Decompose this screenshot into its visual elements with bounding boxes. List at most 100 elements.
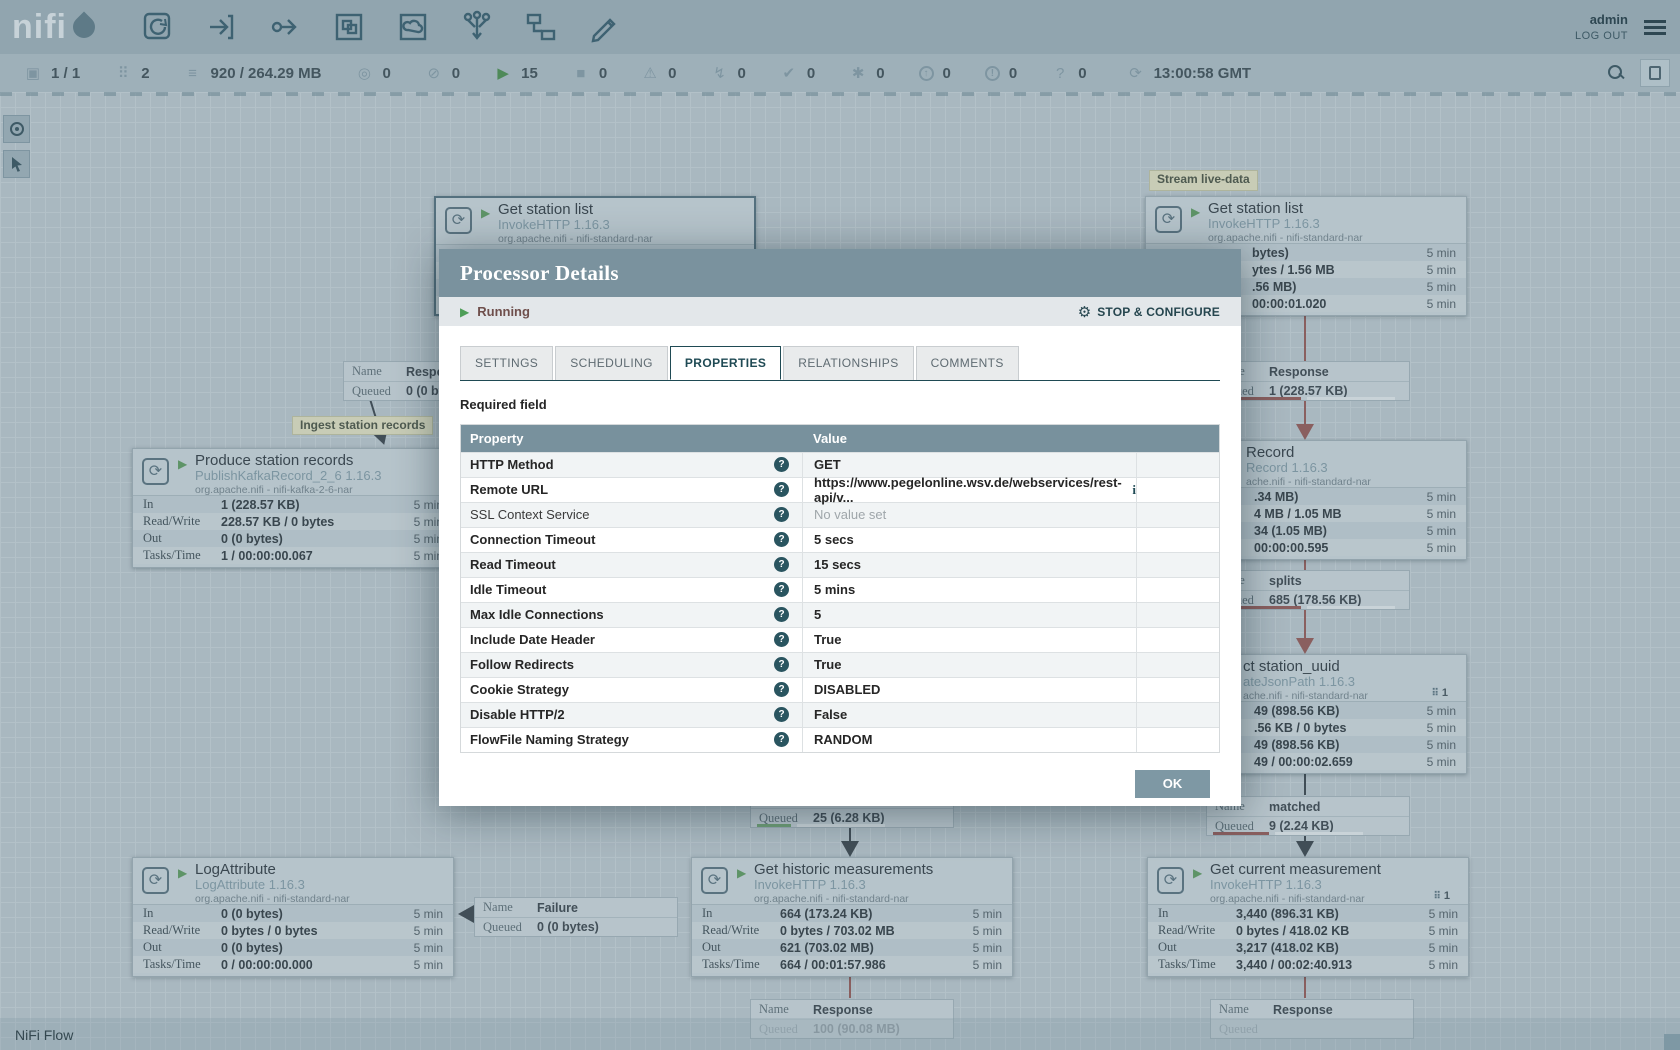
processor-get-current-measurement[interactable]: ⟳ ▶ Get current measurement InvokeHTTP 1…	[1147, 857, 1469, 977]
table-row[interactable]: Max Idle Connections? 5	[461, 602, 1219, 627]
processor-type-icon: ⟳	[142, 867, 169, 894]
processor-type-icon: ⟳	[142, 458, 169, 485]
table-row[interactable]: Cookie Strategy? DISABLED	[461, 677, 1219, 702]
property-value[interactable]: 15 secs	[802, 553, 1136, 577]
table-row[interactable]: Follow Redirects? True	[461, 652, 1219, 677]
help-icon[interactable]: ?	[774, 582, 789, 597]
stale-icon: ↑	[919, 66, 934, 81]
tab-settings[interactable]: SETTINGS	[460, 346, 553, 380]
breadcrumb[interactable]: NiFi Flow	[15, 1027, 73, 1043]
remote-process-group-icon[interactable]	[393, 7, 433, 47]
canvas-label[interactable]: Stream live-data	[1149, 170, 1258, 191]
column-header-property: Property	[461, 431, 802, 446]
property-name: SSL Context Service	[470, 507, 589, 522]
refresh-icon[interactable]: ⟳	[1127, 64, 1145, 82]
processor-get-historic-measurements[interactable]: ⟳ ▶ Get historic measurements InvokeHTTP…	[691, 857, 1013, 977]
stat-in: .34 MB)	[1254, 490, 1298, 504]
help-icon[interactable]: ?	[774, 532, 789, 547]
global-menu-icon[interactable]	[1644, 17, 1666, 38]
help-icon[interactable]: ?	[774, 682, 789, 697]
connection-label-failure[interactable]: NameFailure Queued0 (0 bytes)	[474, 897, 678, 937]
navigate-palette-button[interactable]	[3, 115, 30, 143]
table-row[interactable]: Idle Timeout? 5 mins	[461, 577, 1219, 602]
table-row[interactable]: HTTP Method? GET	[461, 452, 1219, 477]
table-row[interactable]: Remote URL? https://www.pegelonline.wsv.…	[461, 477, 1219, 502]
label-icon[interactable]	[585, 7, 625, 47]
stat-window: 5 min	[1429, 924, 1458, 938]
table-row[interactable]: Include Date Header? True	[461, 627, 1219, 652]
stat-window: 5 min	[1427, 507, 1456, 521]
canvas-label[interactable]: Ingest station records	[292, 416, 433, 435]
stat-tasks: 664 / 00:01:57.986	[780, 958, 886, 972]
stat-window: 5 min	[414, 941, 443, 955]
stop-and-configure-button[interactable]: ⚙ STOP & CONFIGURE	[1078, 303, 1220, 321]
stop-and-configure-label: STOP & CONFIGURE	[1097, 305, 1220, 319]
processor-produce-station-records[interactable]: ⟳ ▶ Produce station records PublishKafka…	[132, 448, 454, 568]
processor-log-attribute[interactable]: ⟳ ▶ LogAttribute LogAttribute 1.16.3 org…	[132, 857, 454, 977]
operate-palette-button[interactable]	[3, 150, 30, 178]
output-port-icon[interactable]	[265, 7, 305, 47]
stat-read-write: 0 bytes / 0 bytes	[221, 924, 318, 938]
help-icon[interactable]: ?	[774, 657, 789, 672]
property-value[interactable]: 5 mins	[802, 578, 1136, 602]
tab-relationships[interactable]: RELATIONSHIPS	[783, 346, 913, 380]
stat-out: 34 (1.05 MB)	[1254, 524, 1327, 538]
ok-button[interactable]: OK	[1135, 770, 1210, 798]
table-row[interactable]: Connection Timeout? 5 secs	[461, 527, 1219, 552]
property-value[interactable]: GET	[802, 453, 1136, 477]
processor-icon[interactable]	[137, 7, 177, 47]
help-icon[interactable]: ?	[774, 457, 789, 472]
table-row[interactable]: FlowFile Naming Strategy? RANDOM	[461, 727, 1219, 752]
help-icon[interactable]: ?	[774, 707, 789, 722]
connection-name-key: Name	[1219, 1002, 1273, 1017]
tab-properties[interactable]: PROPERTIES	[670, 346, 781, 380]
running-indicator-icon: ▶	[1193, 866, 1202, 880]
app-toolbar: nifi admin LOG OUT	[0, 0, 1680, 54]
row-extra-cell	[1136, 478, 1219, 502]
property-value[interactable]: https://www.pegelonline.wsv.de/webservic…	[802, 478, 1136, 502]
property-value[interactable]: True	[802, 628, 1136, 652]
stat-window: 5 min	[1427, 490, 1456, 504]
property-value[interactable]: 5	[802, 603, 1136, 627]
tab-scheduling[interactable]: SCHEDULING	[555, 346, 668, 380]
table-row[interactable]: Read Timeout? 15 secs	[461, 552, 1219, 577]
sidebar-toggle-button[interactable]	[1640, 59, 1670, 87]
property-value[interactable]: No value set	[802, 503, 1136, 527]
stat-window: 5 min	[973, 924, 1002, 938]
tab-comments[interactable]: COMMENTS	[916, 346, 1019, 380]
funnel-icon[interactable]	[457, 7, 497, 47]
queued-count: 920 / 264.29 MB	[211, 65, 322, 82]
property-value[interactable]: False	[802, 703, 1136, 727]
stat-label-tasks: Tasks/Time	[143, 957, 213, 972]
connection-name: Failure	[537, 901, 578, 915]
property-value[interactable]: RANDOM	[802, 728, 1136, 752]
process-group-icon[interactable]	[329, 7, 369, 47]
property-value[interactable]: 5 secs	[802, 528, 1136, 552]
stat-label-read-write: Read/Write	[143, 923, 213, 938]
help-icon[interactable]: ?	[774, 607, 789, 622]
stat-window: 5 min	[414, 924, 443, 938]
logout-link[interactable]: LOG OUT	[1575, 30, 1628, 42]
help-icon[interactable]: ?	[774, 732, 789, 747]
stat-window: 5 min	[1427, 263, 1456, 277]
invalid-icon: ⚠	[641, 64, 659, 82]
help-icon[interactable]: ?	[774, 557, 789, 572]
active-threads-badge: ⠿1	[1434, 890, 1450, 902]
table-row[interactable]: SSL Context Service? No value set	[461, 502, 1219, 527]
help-icon[interactable]: ?	[774, 632, 789, 647]
search-icon[interactable]	[1608, 65, 1624, 81]
input-port-icon[interactable]	[201, 7, 241, 47]
up-to-date-count: 0	[807, 65, 815, 82]
help-icon[interactable]: ?	[774, 482, 789, 497]
stat-out: 3,217 (418.02 KB)	[1236, 941, 1339, 955]
row-extra-cell	[1136, 503, 1219, 527]
template-icon[interactable]	[521, 7, 561, 47]
help-icon[interactable]: ?	[774, 507, 789, 522]
table-row[interactable]: Disable HTTP/2? False	[461, 702, 1219, 727]
property-value[interactable]: True	[802, 653, 1136, 677]
row-extra-cell	[1136, 553, 1219, 577]
property-value[interactable]: DISABLED	[802, 678, 1136, 702]
canvas-footer	[0, 1018, 1680, 1050]
stat-read-write: ytes / 1.56 MB	[1252, 263, 1335, 277]
birdseye-corner[interactable]	[1664, 1034, 1680, 1050]
